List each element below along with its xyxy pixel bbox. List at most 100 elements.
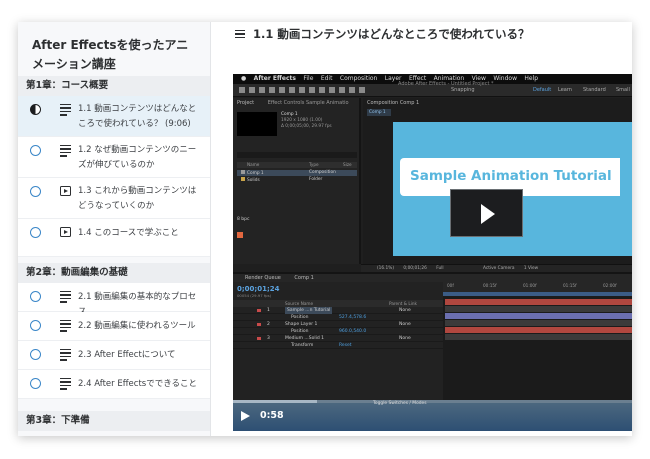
camera-tool-icon <box>279 87 285 93</box>
timeline-tabs: Render Queue Comp 1 <box>233 272 632 282</box>
lesson-item-2-4[interactable]: 2.4 After Effectsでできること <box>18 370 210 399</box>
keyframe-track <box>445 306 632 312</box>
article-icon <box>60 378 71 390</box>
row-name: Comp 1 <box>247 171 264 176</box>
comp-subtab: Comp 1 <box>367 109 391 116</box>
article-icon <box>60 349 71 361</box>
property-value: 527.4,578.6 <box>339 315 367 320</box>
ruler-tick: 00:15f <box>483 283 497 288</box>
keyframe-track <box>445 320 632 326</box>
layer-num: 1 <box>267 308 270 313</box>
article-icon <box>60 145 71 157</box>
layer-parent: None <box>399 322 411 327</box>
label-color <box>257 337 261 340</box>
project-tab-label: Project <box>237 100 255 106</box>
menu-composition: Composition <box>339 75 378 82</box>
composition-panel: Composition Comp 1 Comp 1 Sample Animati… <box>363 98 632 264</box>
time-ruler: 00f 00:15f 01:00f 01:15f 02:00f <box>443 282 632 292</box>
ruler-tick: 01:00f <box>523 283 537 288</box>
timecode: 0;00;01;24 <box>237 285 280 293</box>
snapping-label: Snapping <box>451 87 475 93</box>
lesson-title: 1.4 このコースで学ぶこと <box>78 228 179 238</box>
layer-row-1: 1 Sample ...n Tutorial None <box>233 307 443 314</box>
lesson-item-1-1[interactable]: 1.1 動画コンテンツはどんなところで使われている？ (9:06) <box>18 96 210 137</box>
progress-fill <box>233 400 317 403</box>
lesson-title: 2.3 After Effectについて <box>78 350 176 360</box>
menu-help: Help <box>524 75 539 82</box>
progress-bar[interactable] <box>233 400 632 403</box>
comp-thumbnail <box>237 112 277 136</box>
lesson-title: 1.3 これから動画コンテンツはどうなっていくのか <box>78 186 197 211</box>
lesson-item-1-2[interactable]: 1.2 なぜ動画コンテンツのニーズが伸びているのか <box>18 137 210 178</box>
checkbox-circle-icon[interactable] <box>30 145 41 156</box>
big-play-button[interactable] <box>450 189 523 237</box>
layer-name: Medium ...Solid 1 <box>285 336 324 341</box>
type-tool-icon <box>319 87 325 93</box>
ae-toolbar: Adobe After Effects - Untitled Project *… <box>233 81 632 97</box>
layer-row-3-transform: Transform Reset <box>233 342 443 349</box>
checkbox-circle-icon[interactable] <box>30 227 41 238</box>
section-header-2[interactable]: 第2章：動画編集の基礎 <box>18 263 210 283</box>
workspace-default: Default <box>533 87 552 93</box>
col-size: Size <box>343 162 352 167</box>
checkbox-circle-icon[interactable] <box>30 186 41 197</box>
lesson-item-1-3[interactable]: 1.3 これから動画コンテンツはどうなっていくのか <box>18 178 210 219</box>
toggle-switches-label: Toggle Switches / Modes <box>373 401 427 406</box>
project-search-input <box>237 152 357 158</box>
article-icon <box>60 320 71 332</box>
bit-depth-label: 8 bpc <box>237 217 250 222</box>
checkbox-circle-icon[interactable] <box>30 349 41 360</box>
play-icon[interactable] <box>241 411 250 422</box>
effect-controls-tab-label: Effect Controls Sample Animatio <box>267 100 349 106</box>
video-play-icon <box>60 186 71 196</box>
curriculum-sidebar: After Effectsを使ったアニメーション講座 第1章：コース概要 1.1… <box>18 22 211 436</box>
timeline-graph: 00f 00:15f 01:00f 01:15f 02:00f <box>443 282 632 402</box>
layer-name: Sample ...n Tutorial <box>285 307 333 314</box>
section-header-1[interactable]: 第1章：コース概要 <box>18 76 210 96</box>
layer-bar-3 <box>445 327 632 333</box>
lesson-heading: 1.1 動画コンテンツはどんなところで使われている？ <box>253 27 530 41</box>
current-time-display: 0;00;01;26 <box>403 266 427 271</box>
col-source-name: Source Name <box>285 301 314 306</box>
lesson-item-2-3[interactable]: 2.3 After Effectについて <box>18 341 210 370</box>
checkbox-circle-icon[interactable] <box>30 378 41 389</box>
timeline-layer-panel: 0;00;01;24 00054 (29.97 fps) Source Name… <box>233 282 443 402</box>
workspace-standard: Standard <box>583 87 606 93</box>
checkbox-circle-icon[interactable] <box>30 320 41 331</box>
label-color <box>257 309 261 312</box>
project-column-headers: Name Type Size <box>237 162 357 168</box>
timecode-frames: 00054 (29.97 fps) <box>237 293 272 298</box>
pan-tool-icon <box>289 87 295 93</box>
layer-parent: None <box>399 308 411 313</box>
layer-bar-1 <box>445 299 632 305</box>
video-player[interactable]: ● After Effects File Edit Composition La… <box>233 74 632 431</box>
lesson-item-2-2[interactable]: 2.2 動画編集に使われるツール <box>18 312 210 341</box>
zoom-tool-icon <box>259 87 265 93</box>
project-tab: Project Effect Controls Sample Animatio <box>237 100 349 106</box>
resolution-select: Full <box>436 266 444 271</box>
ruler-tick: 00f <box>447 283 454 288</box>
section-header-3[interactable]: 第3章：下準備 <box>18 411 210 431</box>
composition-tab: Composition Comp 1 <box>367 100 420 106</box>
checkbox-circle-icon[interactable] <box>30 291 41 302</box>
course-title: After Effectsを使ったアニメーション講座 <box>18 22 210 76</box>
layer-num: 2 <box>267 322 270 327</box>
property-name: Transform <box>291 343 314 348</box>
puppet-tool-icon <box>359 87 365 93</box>
lesson-item-2-1[interactable]: 2.1 動画編集の基本的なプロセス <box>18 283 210 317</box>
property-name: Position <box>291 315 309 320</box>
label-color <box>257 323 261 326</box>
zoom-level: (16.1%) <box>377 266 395 271</box>
progress-half-icon[interactable] <box>30 104 41 115</box>
layer-row-2-position: Position 960.0,540.0 <box>233 328 443 335</box>
row-type: Folder <box>309 177 323 182</box>
hand-tool-icon <box>249 87 255 93</box>
row-type: Composition <box>309 170 336 175</box>
layer-bar-2 <box>445 313 632 319</box>
video-control-bar: Toggle Switches / Modes 0:58 <box>233 400 632 431</box>
menu-edit: Edit <box>320 75 333 82</box>
lesson-item-1-4[interactable]: 1.4 このコースで学ぶこと <box>18 219 210 257</box>
comp-icon <box>241 170 245 174</box>
lesson-title: 2.2 動画編集に使われるツール <box>78 321 196 331</box>
col-type: Type <box>309 162 319 167</box>
